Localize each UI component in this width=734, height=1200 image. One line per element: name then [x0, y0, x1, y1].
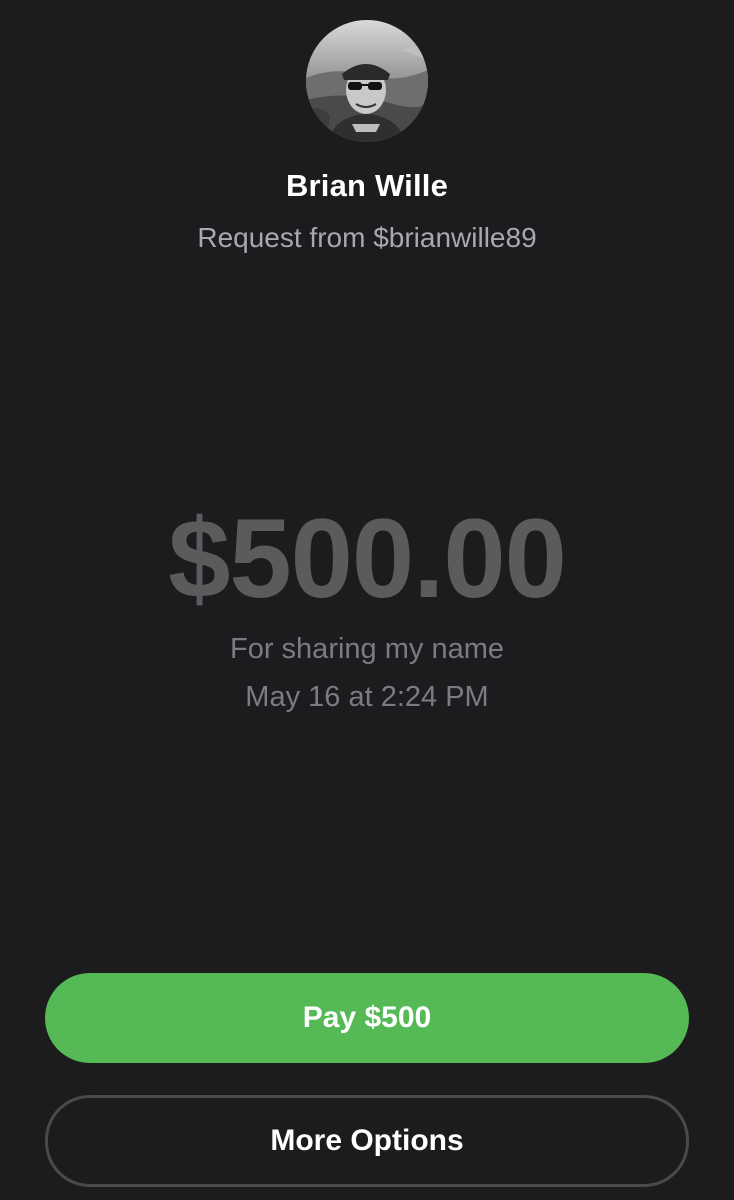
avatar-photo-icon — [306, 20, 428, 142]
request-amount: $500.00 — [168, 496, 567, 621]
pay-button-label: Pay $500 — [302, 1001, 432, 1034]
request-note: For sharing my name — [230, 633, 504, 665]
avatar — [306, 20, 428, 142]
request-from-label: Request from $brianwille89 — [197, 222, 537, 253]
payment-request-screen: Brian Wille Request from $brianwille89 $… — [0, 0, 734, 1200]
pay-button[interactable]: Pay $500 — [45, 973, 689, 1063]
more-options-label: More Options — [270, 1124, 464, 1157]
more-options-button[interactable]: More Options — [45, 1095, 689, 1187]
requester-name: Brian Wille — [285, 168, 449, 203]
request-date: May 16 at 2:24 PM — [245, 681, 489, 713]
